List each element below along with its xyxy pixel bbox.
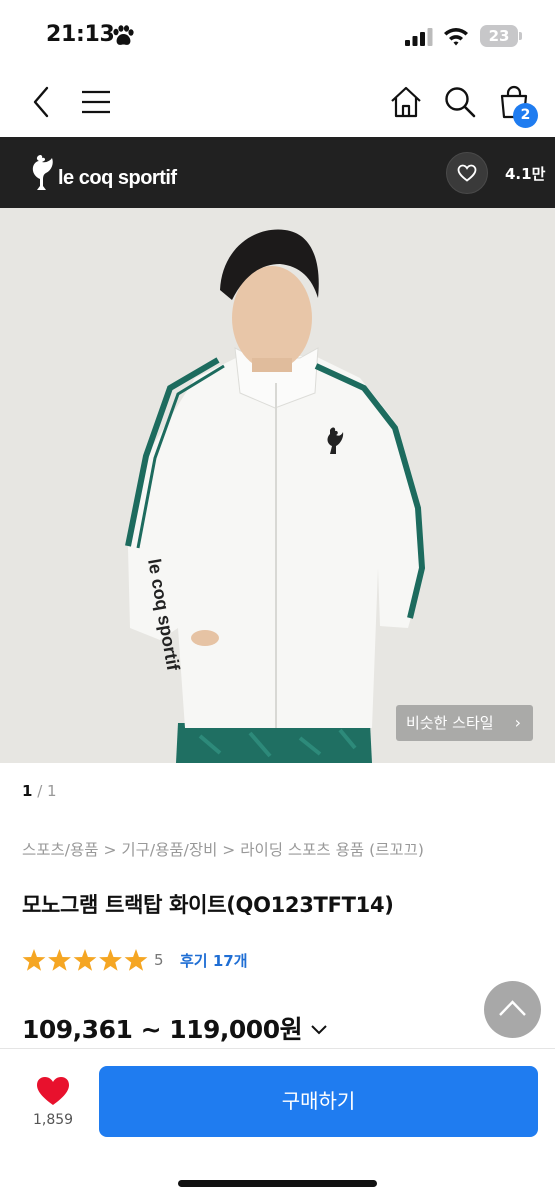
menu-icon[interactable]: [78, 84, 114, 120]
star-icon: [48, 949, 71, 971]
home-icon[interactable]: [388, 84, 424, 120]
paw-icon: [113, 25, 134, 45]
pager-current: 1: [22, 782, 33, 800]
status-bar: 21:13 23: [0, 0, 555, 66]
buy-button[interactable]: 구매하기: [99, 1066, 538, 1137]
status-time: 21:13: [46, 22, 115, 47]
wifi-icon: [444, 28, 468, 46]
image-pager: 1 / 1: [22, 782, 57, 800]
battery-nub: [519, 32, 522, 40]
star-icon: [124, 949, 148, 971]
cellular-signal-icon: [405, 28, 433, 46]
battery-icon: 23: [480, 25, 518, 47]
bottom-action-bar: 1,859 구매하기: [0, 1048, 555, 1200]
brand-like-button[interactable]: [446, 152, 488, 194]
star-icon: [99, 949, 122, 971]
cart-count-badge: 2: [513, 103, 538, 128]
star-icon: [73, 949, 97, 971]
scroll-to-top-button[interactable]: [484, 981, 541, 1038]
similar-style-button[interactable]: 비슷한 스타일 ›: [396, 705, 533, 741]
star-rating-icon: [22, 949, 148, 971]
brand-bar[interactable]: le coq sportif 4.1만: [0, 137, 555, 208]
rating-value: 5: [154, 951, 164, 969]
product-title: 모노그램 트랙탑 화이트(QO123TFT14): [22, 893, 394, 917]
brand-like-count: 4.1만: [505, 165, 546, 183]
brand-name: le coq sportif: [58, 167, 177, 189]
price-range: 109,361 ~ 119,000원: [22, 1015, 303, 1044]
wish-count: 1,859: [33, 1112, 74, 1128]
product-image[interactable]: le coq sportif 비슷한 스타일 ›: [0, 208, 555, 763]
back-icon[interactable]: [24, 84, 60, 120]
chevron-right-icon: ›: [514, 713, 521, 732]
search-icon[interactable]: [442, 84, 478, 120]
rooster-logo-icon: [32, 154, 53, 190]
home-indicator[interactable]: [178, 1180, 377, 1187]
similar-style-label: 비슷한 스타일: [406, 714, 494, 732]
top-nav: [0, 70, 555, 136]
heart-filled-icon[interactable]: [35, 1075, 71, 1107]
chevron-up-icon: [499, 1000, 526, 1016]
review-count-link[interactable]: 후기 17개: [180, 950, 248, 971]
chevron-down-icon[interactable]: [308, 1018, 330, 1040]
category-breadcrumb[interactable]: 스포츠/용품 > 기구/용품/장비 > 라이딩 스포츠 용품 (르꼬끄): [22, 838, 424, 860]
pager-total: / 1: [37, 782, 57, 800]
heart-outline-icon: [457, 164, 477, 182]
product-photo: le coq sportif: [0, 208, 555, 763]
star-icon: [22, 949, 46, 971]
